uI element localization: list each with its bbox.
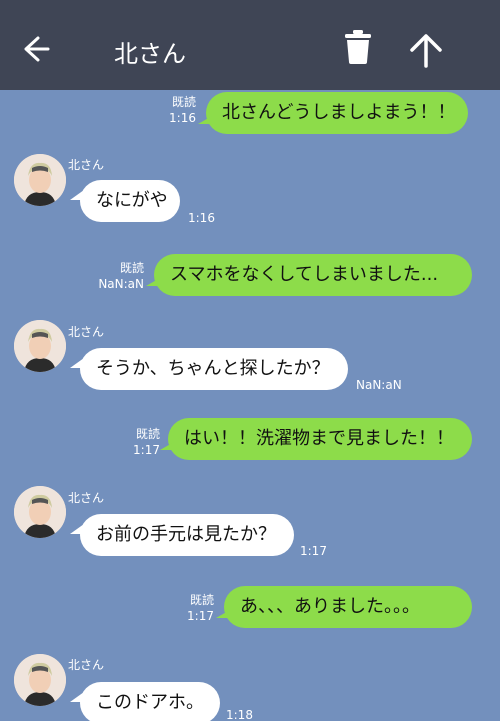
chat-area[interactable]: 既読 1:16 北さんどうしましよまう！！ 北さん なにがや 1:16 既読 N… <box>0 90 500 721</box>
avatar[interactable] <box>14 320 66 372</box>
message-time: 1:16 <box>188 211 215 225</box>
message-meta: 既読 1:17 <box>187 592 214 624</box>
chat-title: 北さん <box>114 40 186 68</box>
outgoing-message-bubble[interactable]: 北さんどうしましよまう！！ <box>198 92 468 134</box>
message-meta: 既読 1:17 <box>133 426 160 458</box>
avatar[interactable] <box>14 654 66 706</box>
message-time: 1:17 <box>133 443 160 457</box>
message-meta: 既読 NaN:aN <box>98 260 144 292</box>
incoming-message-bubble[interactable]: お前の手元は見たか？ <box>70 514 294 556</box>
sender-name: 北さん <box>68 491 105 505</box>
back-arrow-icon[interactable] <box>18 32 52 66</box>
outgoing-message-bubble[interactable]: スマホをなくしてしまいました... <box>146 254 472 296</box>
incoming-message-bubble[interactable]: なにがや <box>70 180 180 222</box>
avatar[interactable] <box>14 486 66 538</box>
sender-name: 北さん <box>68 325 105 339</box>
message-time: NaN:aN <box>356 378 402 392</box>
message-meta: 既読 1:16 <box>169 94 196 126</box>
message-time: 1:16 <box>169 111 196 125</box>
message-time: NaN:aN <box>98 277 144 291</box>
message-time: 1:17 <box>300 544 327 558</box>
scroll-up-arrow-icon[interactable] <box>406 32 446 70</box>
outgoing-message-bubble[interactable]: あ、、、ありました。。。 <box>216 586 472 628</box>
read-receipt: 既読 <box>189 593 214 607</box>
incoming-message-bubble[interactable]: このドアホ。 <box>70 682 220 721</box>
sender-name: 北さん <box>68 658 105 672</box>
message-time: 1:17 <box>187 609 214 623</box>
incoming-message-bubble[interactable]: そうか、ちゃんと探したか？ <box>70 348 348 390</box>
outgoing-message-bubble[interactable]: はい！！洗濯物まで見ました！！ <box>160 418 472 460</box>
read-receipt: 既読 <box>119 261 144 275</box>
message-time: 1:18 <box>226 708 253 721</box>
avatar[interactable] <box>14 154 66 206</box>
chat-header: 北さん <box>0 0 500 90</box>
sender-name: 北さん <box>68 158 105 172</box>
read-receipt: 既読 <box>171 95 196 109</box>
read-receipt: 既読 <box>135 427 160 441</box>
trash-icon[interactable] <box>343 28 373 66</box>
